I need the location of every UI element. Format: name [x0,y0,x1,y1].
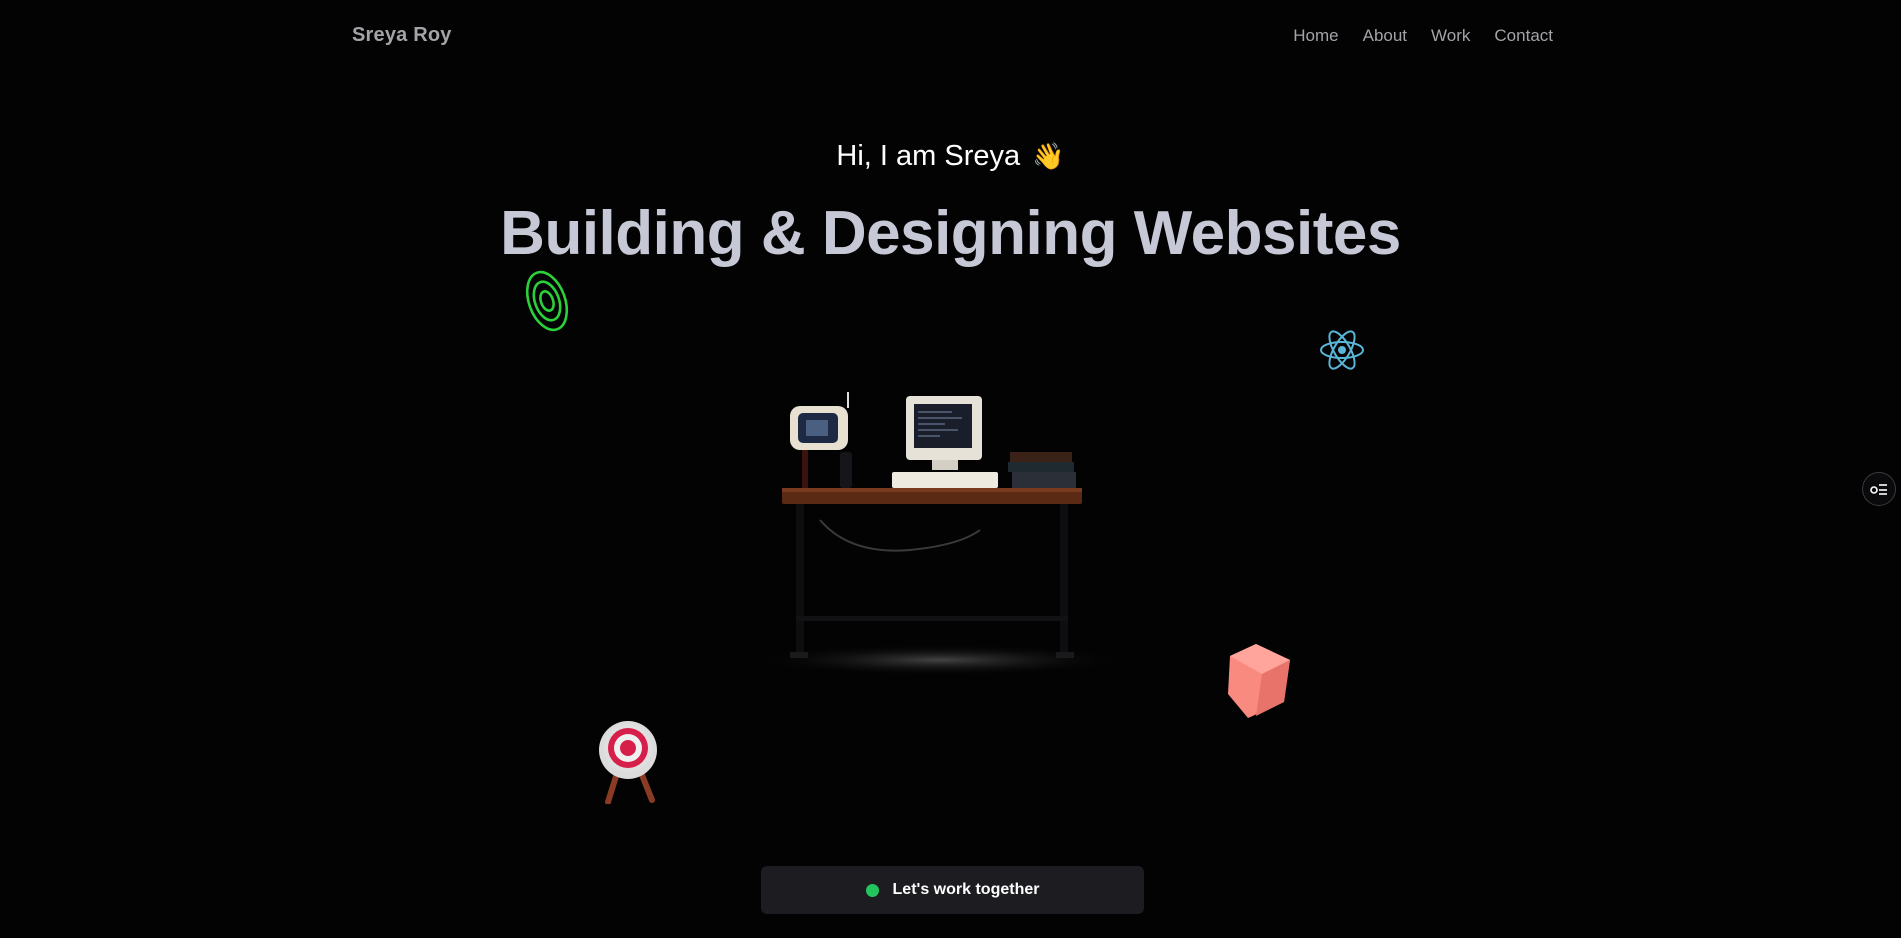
greeting-text: Hi, I am Sreya [836,140,1021,172]
main-nav: Home About Work Contact [1293,26,1553,46]
brand-logo[interactable]: Sreya Roy [352,24,452,47]
page: Sreya Roy Home About Work Contact Hi, I … [0,0,1901,938]
nav-link-about[interactable]: About [1363,26,1407,46]
work-together-button[interactable]: Let's work together [761,866,1144,914]
react-icon [1320,330,1364,370]
hero-headline: Building & Designing Websites [500,199,1401,268]
target-icon [599,721,657,804]
nav-link-contact[interactable]: Contact [1494,26,1553,46]
wave-emoji-icon: 👋 [1032,141,1065,171]
settings-toggle-icon [1870,484,1887,495]
desk-scene [750,392,1130,676]
work-together-label: Let's work together [892,881,1040,898]
cube-icon [1228,644,1290,718]
settings-toggle-button[interactable] [1862,472,1896,506]
nav-link-work[interactable]: Work [1431,26,1470,46]
status-dot-icon [865,883,879,897]
hero-greeting: Hi, I am Sreya 👋 [0,140,1901,173]
ring-icon [525,270,569,332]
nav-link-home[interactable]: Home [1293,26,1338,46]
